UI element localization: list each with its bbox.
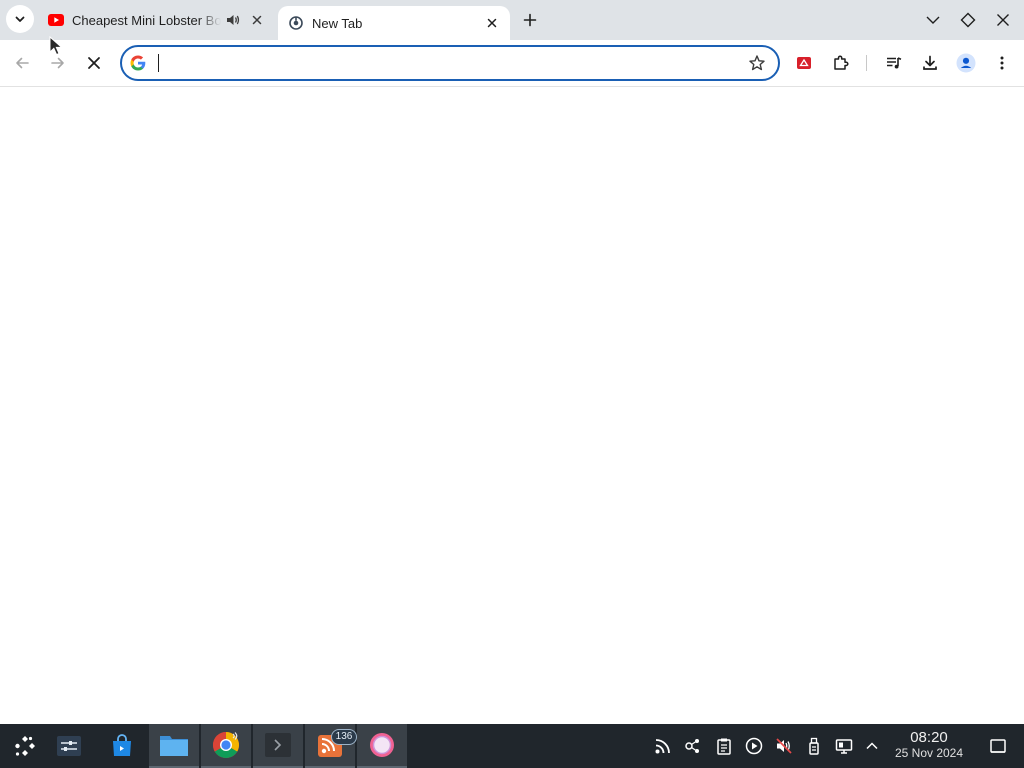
chevron-down-icon	[926, 16, 940, 24]
downloads-button[interactable]	[916, 49, 944, 77]
bookmark-star-icon[interactable]	[748, 54, 766, 72]
download-icon	[923, 55, 937, 70]
profile-button[interactable]	[952, 49, 980, 77]
stop-loading-button[interactable]	[80, 49, 108, 77]
tab-strip: Cheapest Mini Lobster Boat New Tab	[0, 0, 1024, 40]
clipboard-icon[interactable]	[714, 736, 734, 756]
close-tab-icon[interactable]	[482, 13, 502, 33]
more-vert-icon	[1000, 56, 1004, 70]
minimize-button[interactable]	[921, 8, 945, 32]
launcher-icon	[15, 736, 35, 756]
address-bar[interactable]	[120, 45, 780, 81]
clock-date: 25 Nov 2024	[894, 746, 964, 760]
tab-title: Cheapest Mini Lobster Boat	[72, 12, 221, 28]
taskbar-chrome-app[interactable]	[201, 724, 251, 768]
network-wired-icon[interactable]	[834, 736, 854, 756]
mouse-pointer-icon	[49, 36, 63, 56]
close-icon	[88, 57, 100, 69]
address-input[interactable]	[156, 53, 736, 73]
page-content	[0, 87, 1024, 724]
volume-muted-icon[interactable]	[774, 736, 794, 756]
folder-icon	[160, 736, 188, 756]
avatar-icon	[956, 53, 976, 73]
chevron-up-icon[interactable]	[862, 736, 882, 756]
youtube-icon	[48, 12, 64, 28]
back-button[interactable]	[8, 49, 36, 77]
close-icon	[997, 14, 1009, 26]
extensions-menu-button[interactable]	[827, 49, 855, 77]
application-launcher[interactable]	[0, 724, 50, 768]
puzzle-icon	[834, 55, 849, 70]
tab-new-tab[interactable]: New Tab	[278, 6, 510, 40]
plus-icon	[523, 13, 537, 27]
taskbar-app[interactable]	[357, 724, 407, 768]
extension-badge-icon	[797, 57, 811, 69]
usb-device-icon[interactable]	[804, 736, 824, 756]
clock-time: 08:20	[910, 729, 948, 746]
tab-youtube[interactable]: Cheapest Mini Lobster Boat	[38, 0, 274, 40]
taskbar-store-app[interactable]	[97, 724, 147, 768]
diamond-icon	[960, 12, 976, 28]
speaker-icon[interactable]	[225, 11, 242, 29]
chevron-down-icon	[15, 16, 25, 22]
taskbar-settings-app[interactable]	[44, 724, 94, 768]
terminal-icon	[265, 733, 291, 757]
maximize-button[interactable]	[956, 8, 980, 32]
media-control-button[interactable]	[880, 49, 908, 77]
rss-icon[interactable]	[653, 736, 673, 756]
google-icon	[130, 55, 146, 71]
close-window-button[interactable]	[991, 8, 1015, 32]
tab-title: New Tab	[312, 15, 363, 31]
arrow-right-icon	[51, 57, 64, 69]
extension-button[interactable]	[790, 49, 818, 77]
notification-badge: 136	[331, 729, 357, 745]
media-player-icon[interactable]	[744, 736, 764, 756]
toolbar-divider	[866, 55, 867, 71]
new-tab-button[interactable]	[518, 8, 542, 32]
chrome-newtab-icon	[288, 15, 304, 31]
show-desktop-icon[interactable]	[988, 736, 1008, 756]
tab-search-button[interactable]	[6, 5, 34, 33]
taskbar-terminal-app[interactable]	[253, 724, 303, 768]
network-share-icon[interactable]	[683, 736, 703, 756]
chrome-icon	[212, 732, 240, 759]
arrow-left-icon	[16, 57, 29, 69]
close-tab-icon[interactable]	[247, 10, 266, 30]
taskbar-files-app[interactable]	[149, 724, 199, 768]
browser-toolbar	[0, 40, 1024, 87]
app-icon	[370, 733, 394, 757]
taskbar: 136 08:20 25 Nov 2024	[0, 724, 1024, 768]
menu-button[interactable]	[988, 49, 1016, 77]
settings-icon	[57, 736, 81, 756]
digital-clock[interactable]: 08:20 25 Nov 2024	[886, 730, 972, 759]
store-icon	[113, 734, 131, 756]
playlist-music-icon	[887, 57, 902, 69]
text-caret	[158, 54, 159, 72]
